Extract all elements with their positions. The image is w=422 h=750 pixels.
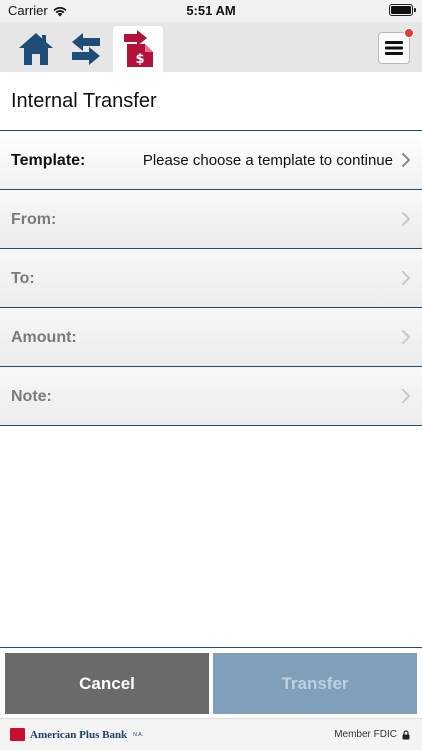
- internal-transfer-nav-button[interactable]: $: [113, 26, 163, 72]
- home-nav-button[interactable]: [13, 26, 59, 72]
- template-row[interactable]: Template: Please choose a template to co…: [0, 131, 422, 190]
- to-row[interactable]: To:: [0, 249, 422, 308]
- note-label: Note:: [11, 388, 52, 405]
- chevron-right-icon: [402, 153, 410, 167]
- menu-button[interactable]: [378, 28, 414, 64]
- transfer-form: Template: Please choose a template to co…: [0, 131, 422, 426]
- svg-text:$: $: [135, 52, 144, 67]
- bank-suffix: N.A.: [133, 731, 143, 738]
- status-time: 5:51 AM: [186, 3, 236, 18]
- page-title: Internal Transfer: [11, 90, 157, 112]
- lock-icon: [402, 729, 410, 739]
- chevron-right-icon: [402, 330, 410, 344]
- note-row[interactable]: Note:: [0, 367, 422, 426]
- bank-logo: American Plus Bank N.A.: [10, 728, 143, 741]
- from-label: From:: [11, 211, 57, 228]
- amount-label: Amount:: [11, 329, 77, 346]
- transfer-button[interactable]: Transfer: [213, 653, 417, 714]
- top-nav: $: [0, 22, 422, 72]
- transfers-nav-button[interactable]: [63, 26, 109, 72]
- chevron-right-icon: [402, 271, 410, 285]
- notification-badge: [404, 28, 414, 38]
- from-row[interactable]: From:: [0, 190, 422, 249]
- chevron-right-icon: [402, 389, 410, 403]
- cancel-button[interactable]: Cancel: [5, 653, 209, 714]
- transfer-dollar-icon: $: [124, 30, 153, 67]
- fdic-label: Member FDIC: [334, 729, 397, 740]
- status-bar: Carrier 5:51 AM: [0, 0, 422, 22]
- chevron-right-icon: [402, 212, 410, 226]
- template-label: Template:: [11, 152, 86, 169]
- home-icon: [19, 33, 53, 65]
- to-label: To:: [11, 270, 35, 287]
- bank-logo-mark: [10, 728, 25, 741]
- amount-row[interactable]: Amount:: [0, 308, 422, 367]
- swap-arrows-icon: [72, 33, 100, 65]
- battery-icon: [389, 4, 416, 16]
- hamburger-menu-icon: [385, 41, 403, 55]
- bank-name: American Plus Bank: [30, 728, 128, 741]
- template-value: Please choose a template to continue: [142, 152, 393, 169]
- fdic-notice: Member FDIC: [334, 729, 410, 740]
- footer: American Plus Bank N.A. Member FDIC: [0, 718, 422, 750]
- actions-divider: [0, 647, 422, 648]
